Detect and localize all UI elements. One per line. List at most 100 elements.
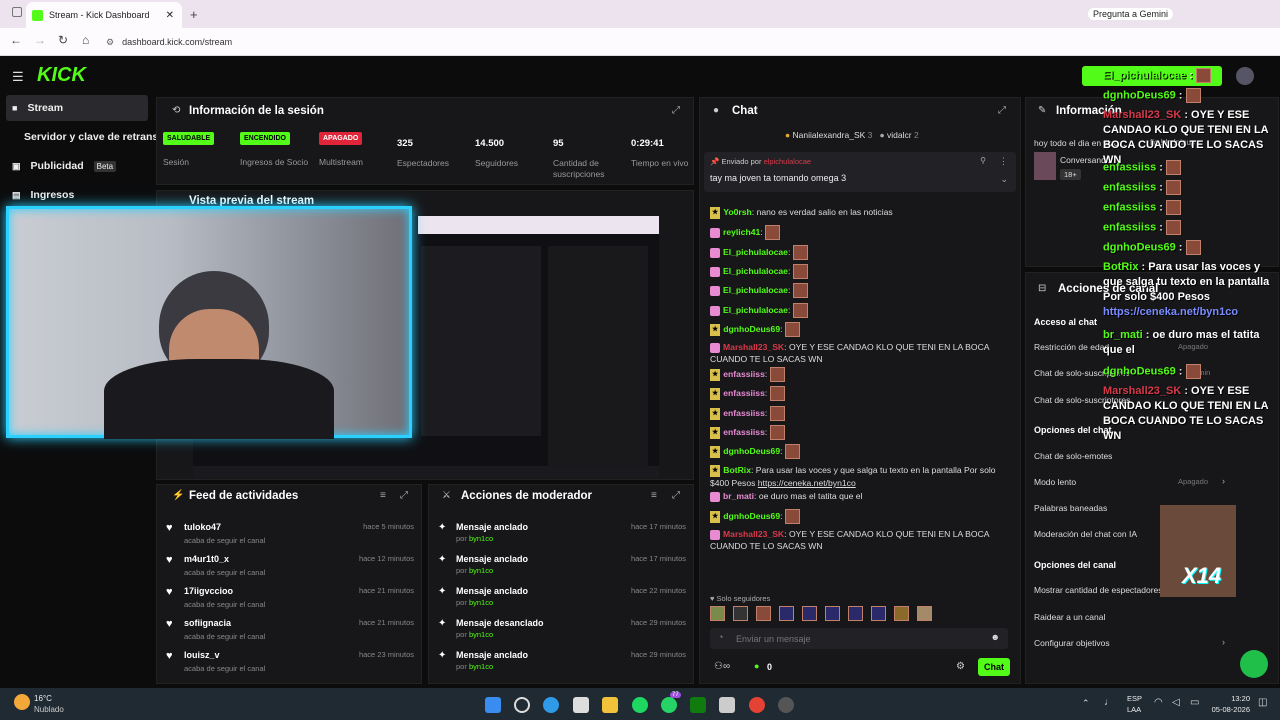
chat-username[interactable]: Yo0rsh xyxy=(723,207,752,217)
site-info-icon[interactable]: ⚙ xyxy=(106,37,114,48)
lang-code[interactable]: ESP xyxy=(1127,694,1142,703)
emote-icon[interactable] xyxy=(779,606,794,621)
expand-icon[interactable]: ⤢ xyxy=(672,105,680,116)
notifications-icon[interactable]: ◫ xyxy=(1258,697,1267,708)
filter-icon[interactable]: ≡ xyxy=(651,490,657,501)
close-tab-icon[interactable]: ✕ xyxy=(166,10,174,21)
chat-username[interactable]: Marshall23_SK xyxy=(723,529,784,539)
chat-message[interactable]: El_pichulalocae: xyxy=(710,303,1010,318)
battery-icon[interactable]: ▭ xyxy=(1190,697,1199,708)
mod-action-row[interactable]: ✦ Mensaje anclado por byn1co hace 17 minuto… xyxy=(432,520,690,550)
mod-name[interactable]: byn1co xyxy=(469,534,493,543)
chat-username[interactable]: El_pichulalocae xyxy=(723,305,788,315)
mic-icon[interactable]: ♩ xyxy=(1104,697,1114,708)
back-icon[interactable]: ← xyxy=(10,33,22,47)
user-settings-icon[interactable]: ⚇∞ xyxy=(714,661,730,672)
slow-mode-label[interactable]: Modo lento xyxy=(1034,477,1076,487)
chat-message[interactable]: ★ dgnhoDeus69: xyxy=(710,509,1010,524)
tray-chevron-icon[interactable]: ⌃ xyxy=(1082,698,1090,709)
reload-icon[interactable]: ↻ xyxy=(58,33,68,47)
home-icon[interactable]: ⌂ xyxy=(82,33,89,47)
volume-icon[interactable]: ◁ xyxy=(1172,697,1180,708)
emote-icon[interactable] xyxy=(710,606,725,621)
activity-row[interactable]: ♥ sofiignacia acaba de seguir el canal hace… xyxy=(160,616,418,646)
banned-words-label[interactable]: Palabras baneadas xyxy=(1034,503,1107,513)
gemini-button[interactable]: Pregunta a Gemini xyxy=(1088,8,1174,20)
chat-message[interactable]: ★ enfassiiss: xyxy=(710,386,1010,401)
chat-username[interactable]: reylich41 xyxy=(723,227,760,237)
mod-action-row[interactable]: ✦ Mensaje anclado por byn1co hace 17 minuto… xyxy=(432,552,690,582)
support-icon[interactable] xyxy=(1240,650,1268,678)
mod-name[interactable]: byn1co xyxy=(469,566,493,575)
mod-name[interactable]: byn1co xyxy=(469,662,493,671)
emote-icon[interactable] xyxy=(917,606,932,621)
chat-message[interactable]: ★ Yo0rsh: nano es verdad salio en las not… xyxy=(710,206,1010,219)
chat-username[interactable]: enfassiiss xyxy=(723,408,765,418)
mod-action-row[interactable]: ✦ Mensaje anclado por byn1co hace 29 minuto… xyxy=(432,648,690,678)
age-restriction-label[interactable]: Restricción de edad xyxy=(1034,342,1109,352)
mod-name[interactable]: byn1co xyxy=(469,598,493,607)
folder-icon[interactable] xyxy=(602,697,618,713)
chat-message[interactable]: ★ dgnhoDeus69: xyxy=(710,444,1010,459)
unpin-icon[interactable]: ⚲ xyxy=(980,156,986,165)
expand-icon[interactable]: ⤢ xyxy=(672,490,680,501)
snipping-icon[interactable] xyxy=(719,697,735,713)
spotify-icon[interactable] xyxy=(632,697,648,713)
chat-message[interactable]: ★ enfassiiss: xyxy=(710,406,1010,421)
activity-row[interactable]: ♥ tuloko47 acaba de seguir el canal hace 5 … xyxy=(160,520,418,550)
activity-row[interactable]: ♥ m4ur1t0_x acaba de seguir el canal hace 1… xyxy=(160,552,418,582)
chat-message[interactable]: ★ enfassiiss: xyxy=(710,425,1010,440)
new-tab-icon[interactable]: + xyxy=(190,7,198,22)
emote-icon[interactable] xyxy=(848,606,863,621)
clock-time[interactable]: 13:20 xyxy=(1212,694,1250,703)
edge-icon[interactable] xyxy=(543,697,559,713)
chat-message[interactable]: ★ dgnhoDeus69: xyxy=(710,322,1010,337)
chat-username[interactable]: dgnhoDeus69 xyxy=(723,324,780,334)
emote-icon[interactable] xyxy=(802,606,817,621)
sidebar-item-advertising[interactable]: ▣ Publicidad Beta xyxy=(6,153,148,179)
chat-message[interactable]: Marshall23_SK: OYE Y ESE CANDAO KLO QUE … xyxy=(710,341,1010,365)
emote-icon[interactable] xyxy=(894,606,909,621)
emoji-icon[interactable]: ☻ xyxy=(991,632,1000,642)
chat-input[interactable] xyxy=(736,631,976,646)
activity-row[interactable]: ♥ louisz_v acaba de seguir el canal hace 23… xyxy=(160,648,418,678)
chat-message[interactable]: El_pichulalocae: xyxy=(710,283,1010,298)
chat-username[interactable]: enfassiiss xyxy=(723,388,765,398)
tab-list-icon[interactable] xyxy=(12,7,22,17)
filter-icon[interactable]: ≡ xyxy=(380,490,386,501)
chat-message[interactable]: ★ BotRix: Para usar las voces y que salga… xyxy=(710,464,1010,489)
mod-action-row[interactable]: ✦ Mensaje anclado por byn1co hace 22 minuto… xyxy=(432,584,690,614)
chat-username[interactable]: enfassiiss xyxy=(723,427,765,437)
chat-input-box[interactable]: ◔ ☻ xyxy=(710,628,1008,649)
chevron-right-icon[interactable]: › xyxy=(1222,476,1225,486)
chat-username[interactable]: BotRix xyxy=(723,465,751,475)
more-icon[interactable]: ⋮ xyxy=(999,156,1008,167)
start-icon[interactable] xyxy=(485,697,501,713)
chevron-down-icon[interactable]: ⌄ xyxy=(1000,174,1008,185)
chat-message[interactable]: ★ enfassiiss: xyxy=(710,367,1010,382)
chat-message[interactable]: reylich41: xyxy=(710,225,1010,240)
menu-icon[interactable]: ☰ xyxy=(12,69,24,85)
chat-username[interactable]: El_pichulalocae xyxy=(723,266,788,276)
emote-icon[interactable] xyxy=(756,606,771,621)
chat-username[interactable]: El_pichulalocae xyxy=(723,285,788,295)
chat-username[interactable]: br_mati xyxy=(723,491,754,501)
chat-message[interactable]: El_pichulalocae: xyxy=(710,245,1010,260)
omnibox[interactable]: ⚙ dashboard.kick.com/stream xyxy=(106,33,1066,51)
search-icon[interactable] xyxy=(514,697,530,713)
chat-username[interactable]: El_pichulalocae xyxy=(723,247,788,257)
emote-icon[interactable] xyxy=(825,606,840,621)
chat-username[interactable]: dgnhoDeus69 xyxy=(723,446,780,456)
sidebar-item-stream[interactable]: ■ Stream xyxy=(6,95,148,121)
chevron-right-icon[interactable]: › xyxy=(1222,637,1225,647)
mod-name[interactable]: byn1co xyxy=(469,630,493,639)
emote-icon[interactable] xyxy=(871,606,886,621)
browser-tab[interactable]: Stream - Kick Dashboard ✕ xyxy=(26,2,182,28)
xbox-icon[interactable] xyxy=(690,697,706,713)
clock-date[interactable]: 05-08-2026 xyxy=(1208,705,1250,714)
expand-icon[interactable]: ⤢ xyxy=(998,105,1006,116)
chat-username[interactable]: enfassiiss xyxy=(723,369,765,379)
sidebar-item-server-key[interactable]: Servidor y clave de retransmisión xyxy=(6,124,156,150)
ai-mod-label[interactable]: Moderación del chat con IA xyxy=(1034,529,1137,539)
wifi-icon[interactable]: ◠ xyxy=(1154,697,1163,708)
